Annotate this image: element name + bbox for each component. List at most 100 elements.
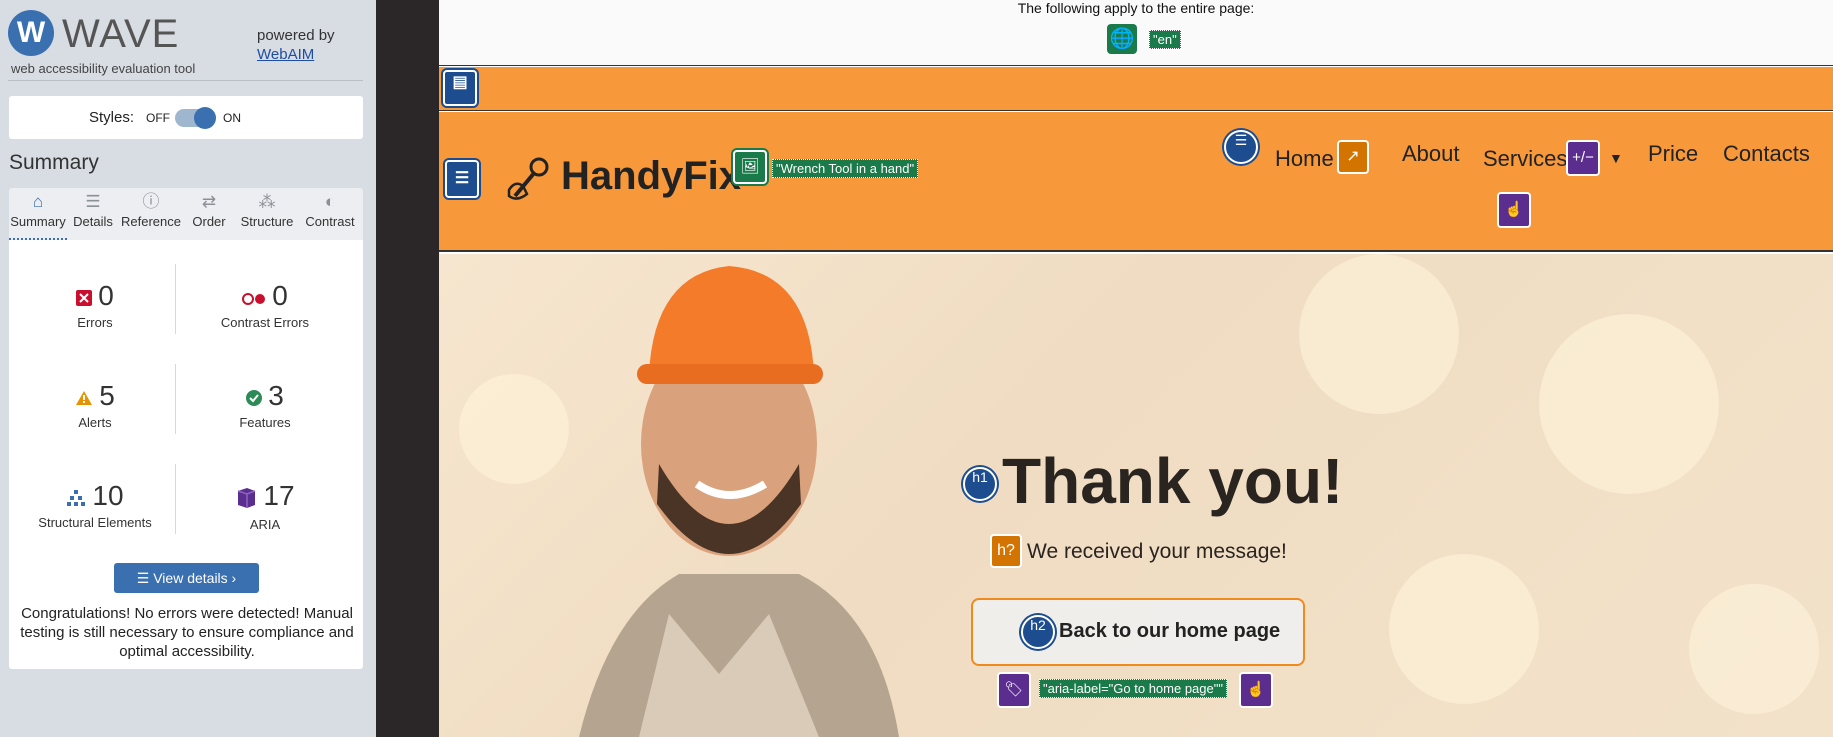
panel-separator — [376, 0, 439, 737]
feature-check-icon — [246, 390, 263, 411]
wave-logo-icon: W — [8, 10, 54, 56]
aria-stat: 17 ARIA — [185, 480, 345, 532]
entire-page-note: The following apply to the entire page: — [1017, 0, 1255, 16]
aria-tabindex-icon[interactable]: ☝ — [1239, 672, 1273, 708]
info-icon: ⓘ — [142, 192, 160, 211]
list-feature-icon[interactable]: ☰ — [1224, 130, 1258, 164]
wrench-hand-logo-icon — [507, 157, 549, 200]
h2-heading-icon: h2 — [1021, 615, 1055, 649]
errors-stat: 0 Errors — [15, 280, 175, 330]
wave-tagline: web accessibility evaluation tool — [11, 61, 196, 76]
nav-contacts[interactable]: Contacts — [1723, 141, 1810, 167]
nav-about[interactable]: About — [1402, 141, 1460, 167]
structure-icon: ⁂ — [258, 192, 276, 211]
nav-price[interactable]: Price — [1648, 141, 1698, 167]
tab-label: Reference — [121, 214, 181, 229]
evaluated-page: The following apply to the entire page: … — [439, 0, 1833, 737]
tab-summary[interactable]: ⌂ Summary — [9, 188, 67, 240]
contrast-errors-stat: 0 Contrast Errors — [185, 280, 345, 330]
navigation-region-icon[interactable]: ☰ — [445, 160, 479, 198]
webaim-link[interactable]: WebAIM — [257, 46, 314, 63]
contrast-errors-count: 0 — [272, 280, 288, 311]
aria-count: 17 — [263, 480, 295, 511]
wave-tabs: ⌂ Summary ☰ Details ⓘ Reference ⇄ Order … — [9, 188, 363, 240]
features-stat: 3 Features — [185, 380, 345, 430]
structural-label: Structural Elements — [38, 515, 152, 531]
list-icon: ☰ — [136, 570, 154, 586]
divider — [8, 80, 363, 81]
summary-box: 0 Errors 0 Contrast Errors 5 Alerts 3 Fe… — [9, 240, 363, 669]
site-brand[interactable]: HandyFix — [561, 154, 741, 199]
view-details-button[interactable]: ☰ View details › — [114, 563, 259, 593]
aria-label-tag: "aria-label="Go to home page"" — [1039, 679, 1227, 698]
page-heading: Thank you! — [1002, 445, 1344, 517]
error-icon — [76, 290, 93, 311]
tab-details[interactable]: ☰ Details — [67, 188, 119, 240]
contrast-error-icon — [242, 292, 266, 310]
styles-label: Styles: — [89, 109, 135, 126]
alerts-count: 5 — [99, 380, 115, 411]
logo-alt-tag: "Wrench Tool in a hand" — [772, 159, 919, 178]
divider — [175, 364, 176, 434]
bokeh-light — [1689, 584, 1819, 714]
header-band: ▤ — [439, 67, 1833, 111]
aria-label-tag-icon[interactable]: 🏷 — [997, 672, 1031, 708]
site-header: ☰ HandyFix 🖼 "Wrench Tool in a hand" ☰ H… — [439, 112, 1833, 252]
styles-toggle[interactable] — [175, 107, 216, 129]
wave-brand: WAVE — [62, 12, 180, 56]
alerts-stat: 5 Alerts — [15, 380, 175, 430]
wave-panel: W WAVE web accessibility evaluation tool… — [0, 0, 376, 737]
tab-structure[interactable]: ⁂ Structure — [235, 188, 299, 240]
home-icon: ⌂ — [32, 192, 44, 211]
alerts-label: Alerts — [78, 415, 112, 430]
powered-by-label: powered by — [257, 27, 335, 44]
tab-label: Structure — [240, 214, 294, 229]
page-level-annotations: The following apply to the entire page: … — [439, 0, 1833, 66]
back-home-label: Back to our home page — [1059, 620, 1281, 642]
toggle-knob — [194, 107, 216, 129]
bokeh-light — [1299, 254, 1459, 414]
tab-label: Details — [73, 214, 113, 229]
h1-heading-icon[interactable]: h1 — [963, 467, 997, 501]
lang-tag: "en" — [1149, 30, 1181, 49]
styles-off-label: OFF — [146, 111, 170, 125]
back-home-button[interactable]: h2 Back to our home page — [971, 598, 1305, 666]
alert-icon — [75, 390, 93, 411]
aria-expanded-icon[interactable]: +/− — [1566, 140, 1600, 176]
page-subheading: We received your message! — [1027, 540, 1287, 563]
features-count: 3 — [268, 380, 284, 411]
contrast-icon: ◐ — [324, 192, 336, 211]
order-icon: ⇄ — [201, 192, 217, 211]
structural-count: 10 — [92, 480, 124, 511]
tab-label: Contrast — [305, 214, 355, 229]
nav-home[interactable]: Home — [1275, 146, 1334, 172]
congrats-message: Congratulations! No errors were detected… — [20, 605, 354, 660]
tab-label: Order — [192, 214, 226, 229]
tab-reference[interactable]: ⓘ Reference — [119, 188, 183, 240]
language-globe-icon[interactable]: 🌐 — [1107, 24, 1137, 54]
summary-heading: Summary — [9, 151, 99, 174]
list-icon: ☰ — [85, 192, 101, 211]
tab-label: Summary — [10, 214, 66, 229]
aria-label: ARIA — [249, 517, 281, 533]
chevron-down-icon[interactable]: ▼ — [1609, 150, 1623, 166]
features-label: Features — [239, 415, 291, 430]
aria-cube-icon — [235, 487, 257, 514]
worker-photo — [579, 266, 899, 737]
image-alt-icon[interactable]: 🖼 — [733, 150, 767, 184]
structural-stat: 10 Structural Elements — [15, 480, 175, 530]
tab-contrast[interactable]: ◐ Contrast — [299, 188, 361, 240]
errors-count: 0 — [98, 280, 114, 311]
redundant-link-alert-icon[interactable]: ↗ — [1337, 140, 1369, 174]
tab-order[interactable]: ⇄ Order — [183, 188, 235, 240]
styles-toggle-box: Styles: OFF ON — [9, 96, 363, 139]
view-details-label: View details › — [153, 570, 237, 586]
styles-on-label: ON — [223, 111, 241, 125]
divider — [175, 464, 176, 534]
aria-tabindex-icon[interactable]: ☝ — [1497, 192, 1531, 228]
nav-services[interactable]: Services — [1483, 146, 1567, 172]
region-icon[interactable]: ▤ — [443, 70, 477, 106]
divider — [175, 264, 176, 334]
possible-heading-alert-icon[interactable]: h? — [990, 534, 1022, 568]
bokeh-light — [1539, 314, 1719, 494]
